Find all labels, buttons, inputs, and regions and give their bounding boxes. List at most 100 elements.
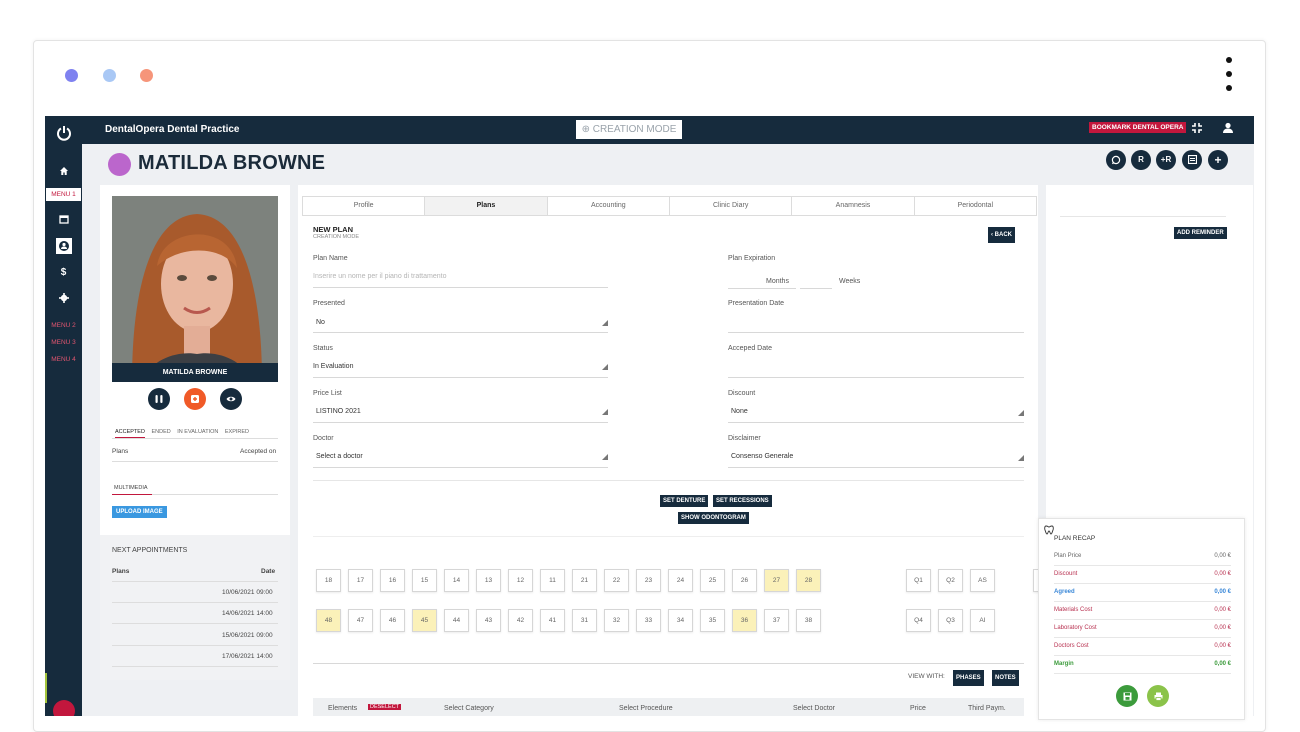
tooth-13[interactable]: 13 [476, 569, 501, 592]
tooth-33[interactable]: 33 [636, 609, 661, 632]
tooth-17[interactable]: 17 [348, 569, 373, 592]
notes-button[interactable]: NOTES [992, 670, 1019, 686]
top-bar: DentalOpera Dental Practice ⊕ CREATION M… [45, 116, 1254, 144]
months-label: Months [766, 278, 789, 285]
upload-image-button[interactable]: UPLOAD IMAGE [112, 506, 167, 518]
tooth-36[interactable]: 36 [732, 609, 757, 632]
tooth-31[interactable]: 31 [572, 609, 597, 632]
patient-icon[interactable] [45, 238, 82, 257]
col-accepted-on: Accepted on [240, 448, 277, 455]
price-list-select[interactable]: LISTINO 2021 [316, 408, 361, 415]
tooth-42[interactable]: 42 [508, 609, 533, 632]
appointment-date[interactable]: 14/06/2021 14:00 [222, 610, 273, 617]
sidebar-menu-3[interactable]: MENU 3 [45, 339, 82, 346]
save-icon[interactable] [1116, 685, 1138, 707]
bookmark-button[interactable]: BOOKMARK DENTAL OPERA [1089, 122, 1187, 133]
appointment-date[interactable]: 17/06/2021 14:00 [222, 653, 273, 660]
tab-periodontal[interactable]: Periodontal [915, 197, 1036, 215]
tab-plans[interactable]: Plans [425, 197, 548, 215]
tooth-34[interactable]: 34 [668, 609, 693, 632]
tab-clinic-diary[interactable]: Clinic Diary [670, 197, 793, 215]
tooth-16[interactable]: 16 [380, 569, 405, 592]
tooth-45[interactable]: 45 [412, 609, 437, 632]
sidebar-menu-4[interactable]: MENU 4 [45, 356, 82, 363]
document-icon[interactable] [1182, 150, 1202, 170]
set-denture-button[interactable]: SET DENTURE [660, 495, 709, 507]
appointment-date[interactable]: 10/06/2021 09:00 [222, 589, 273, 596]
tab-ended[interactable]: ENDED [151, 429, 170, 435]
tooth-15[interactable]: 15 [412, 569, 437, 592]
accepted-date-input[interactable] [728, 377, 1024, 378]
tooth-12[interactable]: 12 [508, 569, 533, 592]
quadrant-q3[interactable]: Q3 [938, 609, 963, 632]
presentation-date-input[interactable] [728, 332, 1024, 333]
phases-button[interactable]: PHASES [953, 670, 984, 686]
add-prescription-button[interactable]: +R [1156, 150, 1176, 170]
deselect-button[interactable]: DESELECT [368, 704, 402, 710]
tooth-47[interactable]: 47 [348, 609, 373, 632]
tab-accepted[interactable]: ACCEPTED [115, 429, 145, 438]
status-select[interactable]: In Evaluation [313, 363, 353, 370]
show-odontogram-button[interactable]: SHOW ODONTOGRAM [678, 512, 749, 524]
sidebar-menu-2[interactable]: MENU 2 [45, 322, 82, 329]
dollar-icon[interactable]: $ [45, 267, 82, 278]
calendar-icon[interactable] [45, 214, 82, 227]
prescription-button[interactable]: R [1131, 150, 1151, 170]
back-button[interactable]: ‹ BACK [988, 227, 1015, 243]
compress-icon[interactable] [1191, 122, 1203, 137]
tooth-27[interactable]: 27 [764, 569, 789, 592]
tooth-48[interactable]: 48 [316, 609, 341, 632]
tooth-46[interactable]: 46 [380, 609, 405, 632]
tab-in-evaluation[interactable]: IN EVALUATION [177, 429, 218, 435]
kebab-menu-icon[interactable] [1226, 57, 1232, 99]
set-recessions-button[interactable]: SET RECESSIONS [713, 495, 772, 507]
tooth-37[interactable]: 37 [764, 609, 789, 632]
tab-expired[interactable]: EXPIRED [225, 429, 249, 435]
user-icon[interactable] [1222, 122, 1234, 137]
quadrant-as[interactable]: AS [970, 569, 995, 592]
tooth-11[interactable]: 11 [540, 569, 565, 592]
tooth-35[interactable]: 35 [700, 609, 725, 632]
tab-accounting[interactable]: Accounting [548, 197, 670, 215]
doctor-select[interactable]: Select a doctor [316, 453, 363, 460]
teeth-icon[interactable] [148, 388, 170, 410]
sidebar-menu-1[interactable]: MENU 1 [46, 188, 81, 201]
quadrant-ai[interactable]: AI [970, 609, 995, 632]
disclaimer-select[interactable]: Consenso Generale [731, 453, 793, 460]
tooth-22[interactable]: 22 [604, 569, 629, 592]
tooth-25[interactable]: 25 [700, 569, 725, 592]
tab-anamnesis[interactable]: Anamnesis [792, 197, 915, 215]
appointment-date[interactable]: 15/06/2021 09:00 [222, 632, 273, 639]
tooth-14[interactable]: 14 [444, 569, 469, 592]
tab-profile[interactable]: Profile [303, 197, 426, 215]
presented-select[interactable]: No [316, 319, 325, 326]
tooth-18[interactable]: 18 [316, 569, 341, 592]
quadrant-q4[interactable]: Q4 [906, 609, 931, 632]
home-icon[interactable] [45, 166, 82, 179]
presented-underline [313, 332, 608, 333]
plan-name-input[interactable]: Inserire un nome per il piano di trattam… [313, 273, 446, 280]
eye-icon[interactable] [220, 388, 242, 410]
tooth-41[interactable]: 41 [540, 609, 565, 632]
tooth-26[interactable]: 26 [732, 569, 757, 592]
tooth-23[interactable]: 23 [636, 569, 661, 592]
tooth-44[interactable]: 44 [444, 609, 469, 632]
tooth-43[interactable]: 43 [476, 609, 501, 632]
tooth-32[interactable]: 32 [604, 609, 629, 632]
tooth-28[interactable]: 28 [796, 569, 821, 592]
add-icon[interactable]: + [1208, 150, 1228, 170]
print-icon[interactable] [1147, 685, 1169, 707]
help-icon[interactable] [53, 700, 75, 716]
tooth-38[interactable]: 38 [796, 609, 821, 632]
discount-select[interactable]: None [731, 408, 748, 415]
power-icon[interactable] [45, 125, 82, 144]
medical-icon[interactable] [184, 388, 206, 410]
quadrant-q2[interactable]: Q2 [938, 569, 963, 592]
tooth-24[interactable]: 24 [668, 569, 693, 592]
whatsapp-icon[interactable] [1106, 150, 1126, 170]
gear-icon[interactable] [45, 293, 82, 306]
weeks-input-underline[interactable] [800, 288, 832, 289]
quadrant-q1[interactable]: Q1 [906, 569, 931, 592]
tooth-21[interactable]: 21 [572, 569, 597, 592]
add-reminder-button[interactable]: ADD REMINDER [1174, 227, 1227, 239]
